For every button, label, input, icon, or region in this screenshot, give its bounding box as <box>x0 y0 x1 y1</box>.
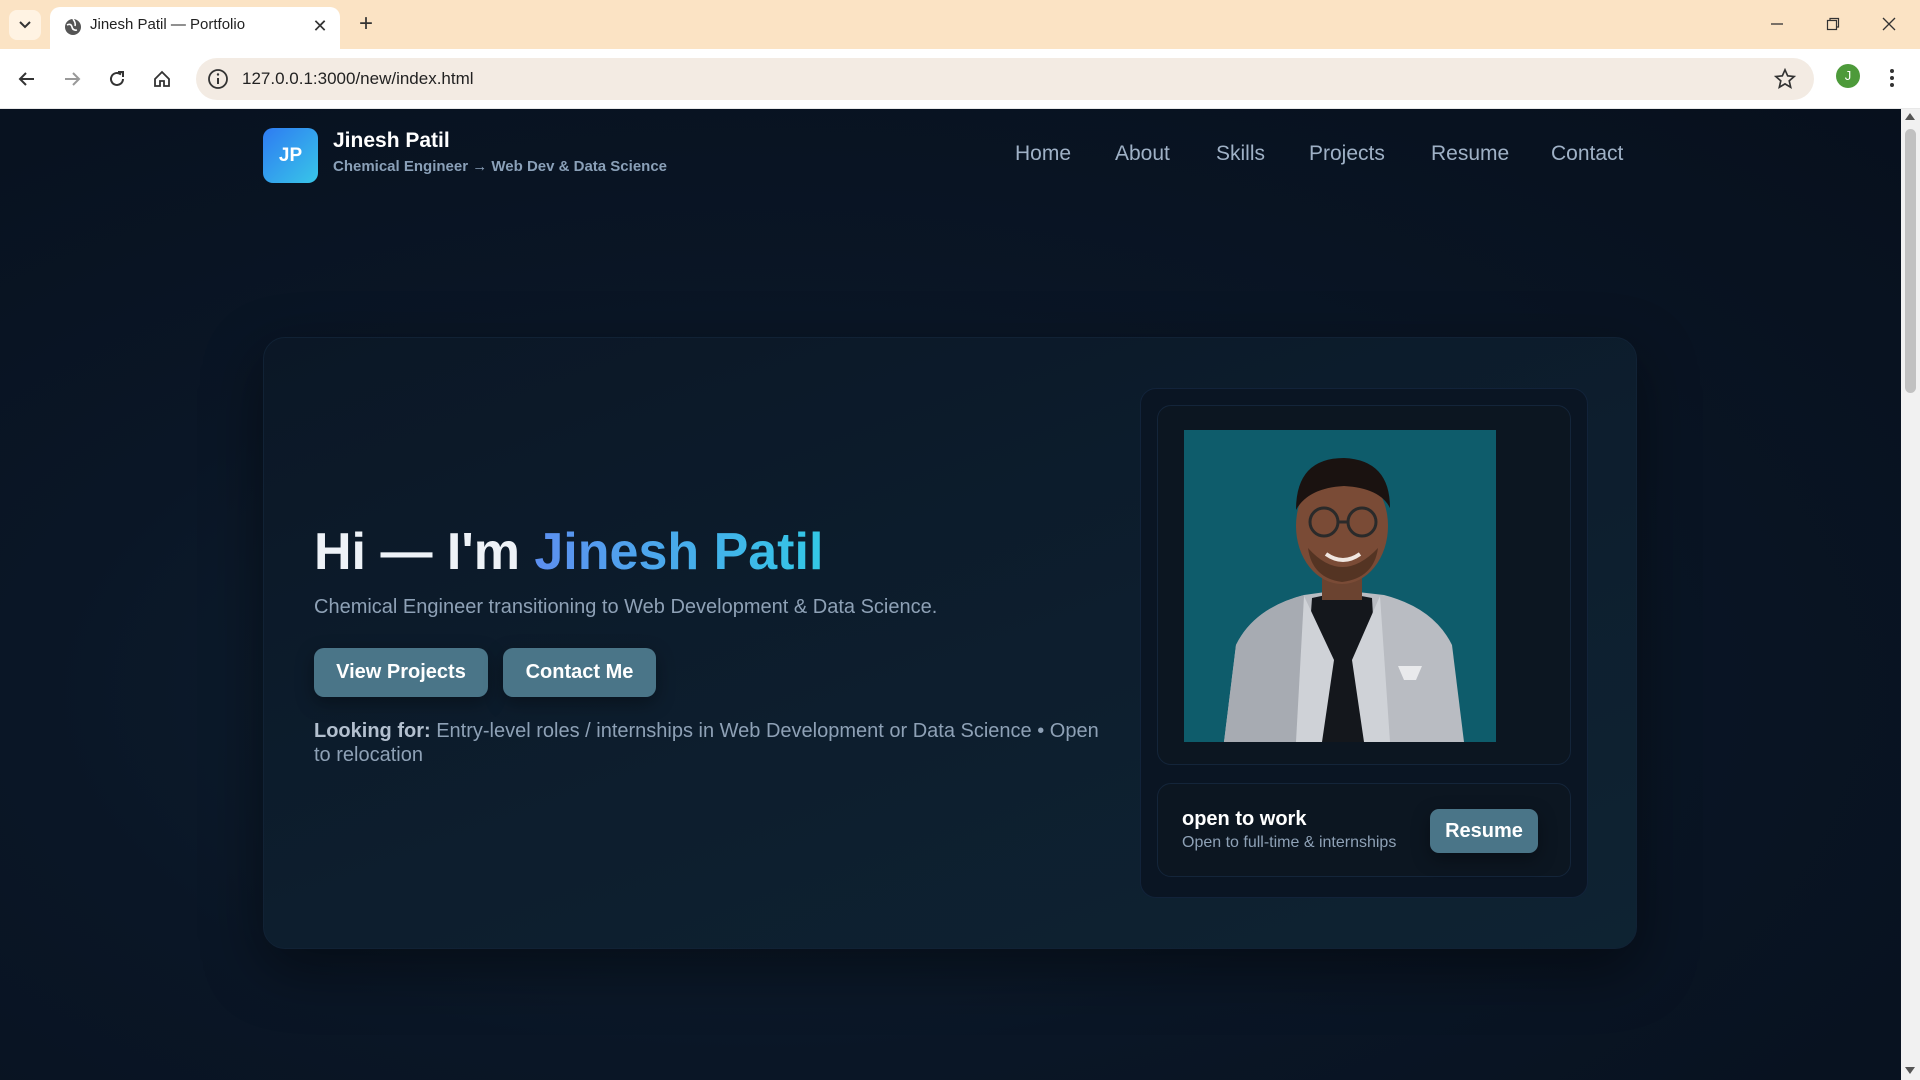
hero-card: Hi — I'm Jinesh Patil Chemical Engineer … <box>263 337 1637 949</box>
restore-button[interactable] <box>1810 8 1856 40</box>
close-icon <box>1882 17 1896 31</box>
reload-button[interactable] <box>101 63 133 95</box>
page-scrollbar[interactable] <box>1901 109 1920 1080</box>
page-viewport: JP Jinesh Patil Chemical Engineer → Web … <box>0 109 1901 1080</box>
scrollbar-thumb[interactable] <box>1905 129 1916 393</box>
minimize-button[interactable] <box>1754 8 1800 40</box>
tab-list-button[interactable] <box>9 10 41 40</box>
home-button[interactable] <box>146 63 178 95</box>
hero-subtitle: Chemical Engineer transitioning to Web D… <box>314 596 938 618</box>
tab-close-icon[interactable]: ✕ <box>308 14 332 38</box>
info-icon[interactable] <box>206 67 230 91</box>
looking-for-text: Looking for: Entry-level roles / interns… <box>314 719 1114 767</box>
reload-icon <box>110 71 124 86</box>
hero-title-name: Jinesh Patil <box>534 523 824 581</box>
hero-title-prefix: Hi — I'm <box>314 523 535 581</box>
nav-link-about[interactable]: About <box>1115 142 1170 166</box>
arrow-left-icon <box>18 72 34 86</box>
address-bar[interactable]: 127.0.0.1:3000/new/index.html <box>196 58 1814 100</box>
photo-frame <box>1157 405 1571 765</box>
hero-title: Hi — I'm Jinesh Patil <box>314 522 823 582</box>
brand-tagline: Chemical Engineer → Web Dev & Data Scien… <box>333 158 668 175</box>
nav-link-contact[interactable]: Contact <box>1551 142 1623 166</box>
kebab-icon <box>1890 69 1894 87</box>
resume-button[interactable]: Resume <box>1430 809 1538 853</box>
close-window-button[interactable] <box>1866 8 1912 40</box>
back-button[interactable] <box>11 63 43 95</box>
person-portrait-icon <box>1184 430 1496 742</box>
new-tab-button[interactable]: + <box>352 10 380 38</box>
nav-link-skills[interactable]: Skills <box>1216 142 1265 166</box>
logo-badge[interactable]: JP <box>263 128 318 183</box>
looking-for-label: Looking for: <box>314 720 431 742</box>
view-projects-button[interactable]: View Projects <box>314 648 488 697</box>
browser-menu-button[interactable] <box>1880 63 1904 93</box>
browser-tab-bar: Jinesh Patil — Portfolio ✕ + <box>0 0 1920 49</box>
brand-name[interactable]: Jinesh Patil <box>333 129 450 153</box>
browser-tab[interactable]: Jinesh Patil — Portfolio ✕ <box>50 7 340 49</box>
nav-link-projects[interactable]: Projects <box>1309 142 1385 166</box>
nav-link-resume[interactable]: Resume <box>1431 142 1509 166</box>
home-icon <box>154 70 170 87</box>
minimize-icon <box>1771 23 1783 25</box>
browser-toolbar: 127.0.0.1:3000/new/index.html J <box>0 49 1920 109</box>
scroll-down-arrow-icon[interactable] <box>1905 1067 1915 1074</box>
contact-me-button[interactable]: Contact Me <box>503 648 656 697</box>
restore-icon <box>1826 17 1840 31</box>
profile-avatar[interactable]: J <box>1836 64 1860 88</box>
status-card: open to work Open to full-time & interns… <box>1157 783 1571 877</box>
status-subtitle: Open to full-time & internships <box>1182 834 1397 851</box>
looking-for-details: Entry-level roles / internships in Web D… <box>314 720 1099 766</box>
arrow-right-icon <box>65 72 81 86</box>
site-header: JP Jinesh Patil Chemical Engineer → Web … <box>0 109 1901 199</box>
forward-button[interactable] <box>56 63 88 95</box>
profile-photo <box>1184 430 1496 742</box>
star-icon[interactable] <box>1774 68 1796 90</box>
scroll-up-arrow-icon[interactable] <box>1905 113 1915 120</box>
nav-link-home[interactable]: Home <box>1015 142 1071 166</box>
url-text[interactable]: 127.0.0.1:3000/new/index.html <box>242 58 474 100</box>
globe-icon <box>65 18 81 35</box>
chevron-down-icon <box>19 21 31 29</box>
profile-panel: open to work Open to full-time & interns… <box>1140 388 1588 898</box>
status-title: open to work <box>1182 808 1307 830</box>
tab-title: Jinesh Patil — Portfolio <box>90 16 246 33</box>
